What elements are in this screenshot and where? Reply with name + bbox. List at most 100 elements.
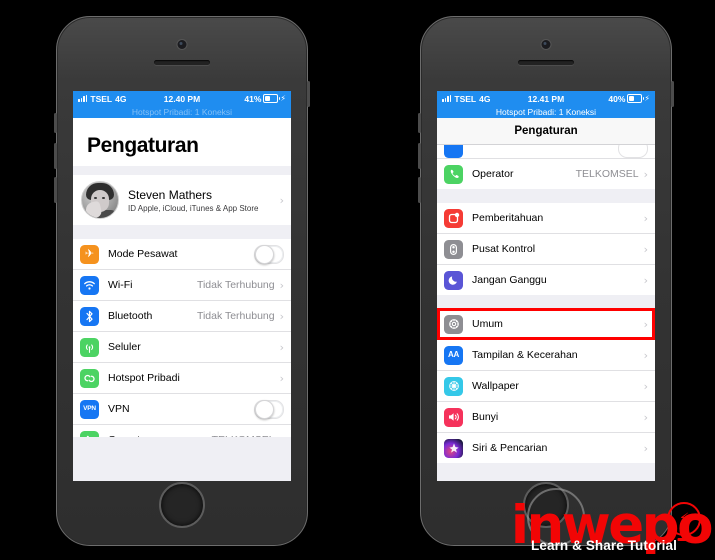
settings-row-siri-pencarian[interactable]: Siri & Pencarian › xyxy=(437,433,655,463)
watermark: inwepo Learn & Share Tutorial xyxy=(511,499,714,553)
vpn-toggle[interactable] xyxy=(254,399,284,419)
settings-row-label: Operator xyxy=(108,434,212,437)
chevron-right-icon: › xyxy=(643,317,648,331)
settings-row-wallpaper[interactable]: Wallpaper › xyxy=(437,371,655,402)
siri-glyph xyxy=(448,443,459,453)
settings-row-label: Siri & Pencarian xyxy=(472,442,548,454)
settings-row-label: Bunyi xyxy=(472,411,499,423)
settings-row-label: Pusat Kontrol xyxy=(472,243,536,255)
apple-id-account-row[interactable]: Steven Mathers ID Apple, iCloud, iTunes … xyxy=(73,175,291,225)
settings-row-operator-partial[interactable]: Operator TELKOMSEL › xyxy=(73,425,291,437)
volume-down-button[interactable] xyxy=(54,177,57,203)
settings-row-value: TELKOMSEL xyxy=(575,168,639,180)
right-settings-group-one: Operator TELKOMSEL › xyxy=(437,159,655,189)
signal-strength-icon xyxy=(78,95,88,102)
settings-row-value: Tidak Terhubung xyxy=(196,279,275,291)
wifi-glyph xyxy=(84,280,95,290)
chevron-right-icon: › xyxy=(643,441,648,455)
settings-row-label: Pemberitahuan xyxy=(472,212,544,224)
settings-row-label: Jangan Ganggu xyxy=(472,274,547,286)
hotspot-glyph xyxy=(84,374,95,382)
left-status-bar: TSEL 4G 12.40 PM 41% ⚡ xyxy=(73,91,291,106)
chevron-right-icon: › xyxy=(643,273,648,287)
power-button[interactable] xyxy=(671,81,674,107)
chevron-right-icon: › xyxy=(643,348,648,362)
settings-row-label: VPN xyxy=(108,403,130,415)
vpn-toggle[interactable] xyxy=(618,145,648,158)
right-gap-2 xyxy=(437,295,655,309)
right-settings-group-two: Pemberitahuan › Pusat Kontrol › Jangan G… xyxy=(437,203,655,295)
control-center-glyph xyxy=(449,243,458,255)
charging-bolt-icon: ⚡ xyxy=(280,93,286,103)
right-hotspot-banner: Hotspot Pribadi: 1 Koneksi xyxy=(437,106,655,118)
network-type-label: 4G xyxy=(115,93,127,104)
settings-row-vpn[interactable]: VPN VPN xyxy=(73,394,291,425)
airplane-mode-toggle[interactable] xyxy=(254,244,284,264)
ringer-switch[interactable] xyxy=(418,113,421,133)
chevron-right-icon: › xyxy=(643,242,648,256)
settings-row-label: Seluler xyxy=(108,341,141,353)
speaker-glyph xyxy=(448,413,459,421)
left-gap-1 xyxy=(73,166,291,175)
settings-row-tampilan-kecerahan[interactable]: AA Tampilan & Kecerahan › xyxy=(437,340,655,371)
left-settings-group: ✈ Mode Pesawat Wi-Fi Tidak Terhubung › B… xyxy=(73,239,291,437)
power-button[interactable] xyxy=(307,81,310,107)
settings-row-label: Wallpaper xyxy=(472,380,519,392)
earpiece-speaker xyxy=(518,60,574,65)
wifi-icon xyxy=(80,275,99,295)
volume-down-button[interactable] xyxy=(418,177,421,203)
chevron-right-icon: › xyxy=(279,340,284,354)
aa-glyph: AA xyxy=(448,350,459,359)
right-settings-group-three: Umum › AA Tampilan & Kecerahan › Wallpap… xyxy=(437,308,655,463)
home-button[interactable] xyxy=(159,482,205,528)
settings-row-pusat-kontrol[interactable]: Pusat Kontrol › xyxy=(437,234,655,265)
settings-row-label: Hotspot Pribadi xyxy=(108,372,180,384)
front-camera-icon xyxy=(176,39,188,50)
siri-search-icon xyxy=(444,438,463,458)
settings-row-bunyi[interactable]: Bunyi › xyxy=(437,402,655,433)
settings-row-bluetooth[interactable]: Bluetooth Tidak Terhubung › xyxy=(73,301,291,332)
signal-strength-icon xyxy=(442,95,452,102)
chevron-right-icon: › xyxy=(279,193,284,207)
volume-up-button[interactable] xyxy=(418,143,421,169)
left-hotspot-banner: Hotspot Pribadi: 1 Koneksi xyxy=(73,106,291,118)
battery-percent-label: 40% xyxy=(608,93,626,104)
wallpaper-glyph xyxy=(448,381,459,391)
account-subtitle: ID Apple, iCloud, iTunes & App Store xyxy=(128,203,259,213)
avatar xyxy=(81,181,119,219)
right-phone-screen: TSEL 4G 12.41 PM 40% ⚡ Hotspot Pribadi: … xyxy=(437,91,655,481)
settings-row-label: Tampilan & Kecerahan xyxy=(472,349,578,361)
settings-row-umum[interactable]: Umum › xyxy=(437,309,655,340)
hotspot-icon xyxy=(80,368,99,388)
settings-row-wifi[interactable]: Wi-Fi Tidak Terhubung › xyxy=(73,270,291,301)
general-settings-icon xyxy=(444,314,463,334)
chevron-right-icon: › xyxy=(643,379,648,393)
gear-glyph xyxy=(448,319,459,329)
left-gap-2 xyxy=(73,225,291,239)
settings-row-seluler[interactable]: Seluler › xyxy=(73,332,291,363)
settings-row-hotspot-pribadi[interactable]: Hotspot Pribadi › xyxy=(73,363,291,394)
battery-icon xyxy=(627,94,645,103)
carrier-label: TSEL xyxy=(90,93,113,104)
volume-up-button[interactable] xyxy=(54,143,57,169)
front-camera-icon xyxy=(540,39,552,50)
moon-glyph xyxy=(448,276,457,285)
chevron-right-icon: › xyxy=(643,410,648,424)
notifications-icon xyxy=(444,208,463,228)
airplane-icon: ✈ xyxy=(80,244,99,264)
settings-row-mode-pesawat[interactable]: ✈ Mode Pesawat xyxy=(73,239,291,270)
phone-icon xyxy=(80,430,99,437)
settings-row-operator[interactable]: Operator TELKOMSEL › xyxy=(437,159,655,189)
right-gap-1 xyxy=(437,189,655,203)
settings-row-pemberitahuan[interactable]: Pemberitahuan › xyxy=(437,203,655,234)
chevron-right-icon: › xyxy=(279,278,284,292)
chevron-right-icon: › xyxy=(643,167,648,181)
settings-row-value: Tidak Terhubung xyxy=(196,310,275,322)
settings-row-vpn-partial[interactable] xyxy=(437,145,655,159)
carrier-label: TSEL xyxy=(454,93,477,104)
settings-row-jangan-ganggu[interactable]: Jangan Ganggu › xyxy=(437,265,655,295)
watermark-tagline: Learn & Share Tutorial xyxy=(531,537,677,553)
earpiece-speaker xyxy=(154,60,210,65)
ringer-switch[interactable] xyxy=(54,113,57,133)
phone-glyph xyxy=(86,435,89,437)
